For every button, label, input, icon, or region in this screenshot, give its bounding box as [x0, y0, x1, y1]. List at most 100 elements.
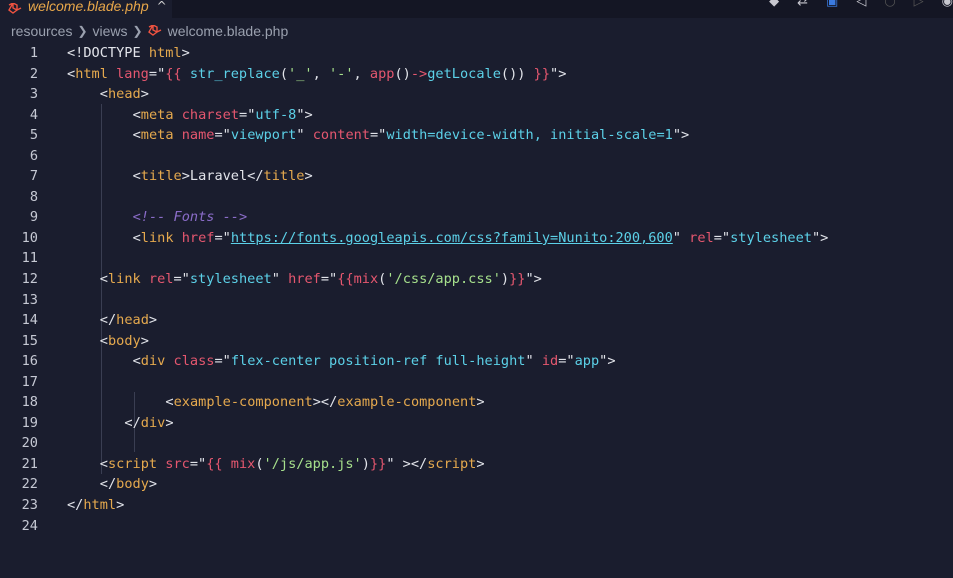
code-token: =": [239, 106, 256, 123]
chevron-up-icon[interactable]: ^: [157, 0, 167, 13]
code-token: =": [214, 127, 231, 144]
line-number: 21: [21, 455, 38, 472]
code-line[interactable]: 12 <link rel="stylesheet" href="{{mix('/c…: [0, 269, 953, 290]
code-line[interactable]: 21 <script src="{{ mix('/js/app.js')}}" >…: [0, 454, 953, 475]
git-icon[interactable]: ◆: [769, 0, 779, 10]
line-number: 13: [21, 291, 38, 308]
code-text: <!-- Fonts -->: [133, 207, 248, 228]
code-line[interactable]: 17: [0, 372, 953, 393]
code-line[interactable]: 18 <example-component></example-component…: [0, 392, 953, 413]
code-line[interactable]: 6: [0, 146, 953, 167]
code-line[interactable]: 16 <div class="flex-center position-ref f…: [0, 351, 953, 372]
code-line[interactable]: 7 <title>Laravel</title>: [0, 166, 953, 187]
code-text: <body>: [100, 331, 149, 352]
code-token: >: [140, 86, 149, 103]
code-editor[interactable]: 1 <!DOCTYPE html> 2 <html lang="{{ str_repl…: [0, 43, 953, 536]
code-token: head: [116, 312, 149, 329]
code-text: <title>Laravel</title>: [133, 166, 313, 187]
tab-bar: welcome.blade.php ^ ◆ ⇄ ▣ ◁ ○ ▷ ◉: [0, 0, 953, 18]
code-token: ": [525, 353, 542, 370]
code-token: body: [107, 332, 141, 349]
code-text: </div>: [124, 413, 173, 434]
code-token: https://fonts.googleapis.com/css?family=…: [230, 229, 673, 246]
code-line[interactable]: 23 </html>: [0, 495, 953, 516]
code-text: </body>: [100, 474, 157, 495]
line-number: 17: [21, 373, 38, 390]
line-number: 18: [21, 394, 38, 411]
line-number: 1: [29, 45, 38, 61]
code-token: div: [140, 414, 166, 431]
code-token: viewport: [230, 127, 297, 144]
code-line[interactable]: 2 <html lang="{{ str_replace('_', '-', ap…: [0, 64, 953, 85]
code-token: example-component: [173, 394, 313, 411]
code-text: <div class="flex-center position-ref ful…: [133, 351, 616, 372]
code-line[interactable]: 5 <meta name="viewport" content="width=de…: [0, 125, 953, 146]
breadcrumb-item-views[interactable]: views: [93, 23, 128, 39]
tab-welcome-blade[interactable]: welcome.blade.php ^: [0, 0, 172, 18]
code-token: href: [181, 229, 215, 246]
code-line[interactable]: 11: [0, 248, 953, 269]
code-token: link: [140, 229, 174, 246]
code-token: getLocale: [427, 65, 501, 82]
split-icon[interactable]: ▣: [826, 0, 838, 10]
code-line[interactable]: 9 <!-- Fonts -->: [0, 207, 953, 228]
code-line[interactable]: 1 <!DOCTYPE html>: [0, 43, 953, 64]
code-text: <meta charset="utf-8">: [133, 105, 313, 126]
code-line[interactable]: 10 <link href="https://fonts.googleapis.c…: [0, 228, 953, 249]
dot-icon[interactable]: ○: [884, 0, 895, 10]
code-token: (: [255, 455, 264, 472]
breadcrumb-item-resources[interactable]: resources: [11, 23, 72, 39]
code-text: <!DOCTYPE html>: [67, 43, 190, 64]
code-token: div: [140, 353, 166, 370]
code-token: <: [165, 394, 174, 411]
code-token: >: [140, 332, 149, 349]
code-token: example-component: [337, 394, 477, 411]
code-token: str_replace: [189, 65, 280, 82]
code-line[interactable]: 19 </div>: [0, 413, 953, 434]
code-token: =": [558, 353, 575, 370]
code-token: name: [181, 127, 215, 144]
line-number: 4: [29, 106, 38, 123]
code-token: >: [476, 394, 485, 411]
code-token: =": [214, 229, 231, 246]
code-token: </: [99, 312, 117, 329]
code-line[interactable]: 20: [0, 433, 953, 454]
code-line[interactable]: 3 <head>: [0, 84, 953, 105]
compare-icon[interactable]: ⇄: [797, 0, 808, 10]
code-line[interactable]: 24: [0, 516, 953, 537]
line-number: 24: [21, 517, 38, 534]
code-token: =": [713, 229, 731, 246]
code-line[interactable]: 8: [0, 187, 953, 208]
go-back-icon[interactable]: ◁: [856, 0, 866, 10]
code-token: <!-- Fonts -->: [132, 209, 248, 226]
code-token: =: [148, 65, 158, 82]
chevron-right-icon: ❯: [132, 24, 143, 38]
code-line[interactable]: 22 </body>: [0, 474, 953, 495]
line-number: 9: [29, 209, 38, 226]
code-token: charset: [181, 106, 240, 123]
code-token: '/js/app.js': [263, 455, 362, 472]
go-forward-icon[interactable]: ▷: [914, 0, 924, 10]
code-token: =": [189, 455, 207, 472]
code-token: >: [476, 455, 485, 472]
code-line[interactable]: 13: [0, 290, 953, 311]
code-token: html: [83, 497, 117, 514]
code-token: ">: [811, 229, 829, 246]
code-token: ">: [550, 65, 567, 82]
code-line[interactable]: 14 </head>: [0, 310, 953, 331]
code-token: ): [500, 271, 510, 288]
laravel-icon: [147, 25, 161, 36]
code-line[interactable]: 15 <body>: [0, 331, 953, 352]
code-line[interactable]: 4 <meta charset="utf-8">: [0, 105, 953, 126]
code-text: <link href="https://fonts.googleapis.com…: [133, 228, 829, 249]
code-token: }}: [509, 271, 526, 288]
line-number: 22: [21, 476, 38, 493]
tab-label: welcome.blade.php: [28, 0, 149, 14]
code-token: html: [148, 45, 182, 61]
more-icon[interactable]: ◉: [942, 0, 953, 10]
code-token: ">: [525, 271, 542, 288]
code-token: link: [107, 271, 141, 288]
code-token: html: [75, 65, 108, 82]
breadcrumb-item-file[interactable]: welcome.blade.php: [168, 23, 289, 39]
